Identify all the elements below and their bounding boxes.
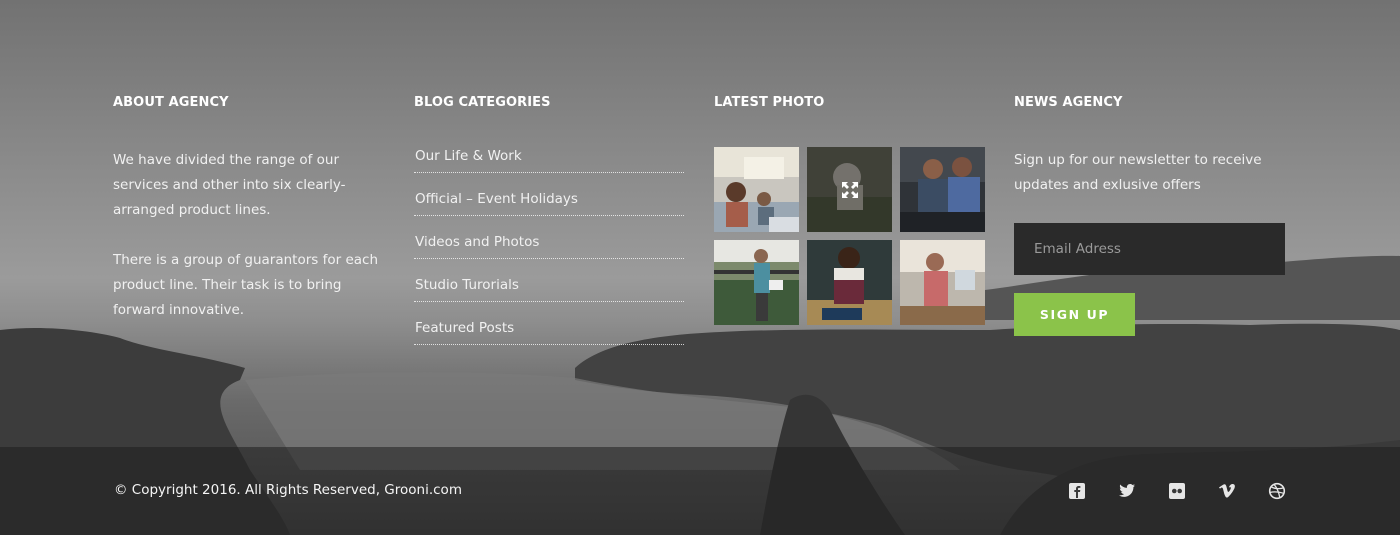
about-text: We have divided the range of our service… <box>113 148 383 323</box>
footer-bottom-bar: © Copyright 2016. All Rights Reserved, G… <box>0 447 1400 535</box>
about-paragraph-1: We have divided the range of our service… <box>113 152 346 218</box>
blog-categories-title: BLOG CATEGORIES <box>414 95 551 110</box>
blog-category-link[interactable]: Videos and Photos <box>414 216 684 259</box>
photo-thumbnail-6[interactable] <box>900 240 985 325</box>
flickr-icon <box>1169 483 1185 499</box>
dribbble-link[interactable] <box>1268 481 1318 501</box>
photo-thumbnail-3[interactable] <box>900 147 985 232</box>
dribbble-icon <box>1268 482 1286 500</box>
copyright-text: © Copyright 2016. All Rights Reserved, G… <box>114 482 462 498</box>
blog-category-link[interactable]: Our Life & Work <box>414 139 684 173</box>
blog-category-link[interactable]: Official – Event Holidays <box>414 173 684 216</box>
facebook-icon <box>1069 483 1085 499</box>
expand-icon <box>841 181 858 198</box>
photo-grid <box>714 147 986 325</box>
latest-photo-title: LATEST PHOTO <box>714 95 825 110</box>
vimeo-icon <box>1219 483 1235 498</box>
photo-thumbnail-1[interactable] <box>714 147 799 232</box>
photo-thumbnail-4[interactable] <box>714 240 799 325</box>
blog-category-link[interactable]: Featured Posts <box>414 302 684 345</box>
newsletter-title: NEWS AGENCY <box>1014 95 1123 110</box>
email-input[interactable] <box>1014 223 1285 275</box>
newsletter-section: NEWS AGENCY Sign up for our newsletter t… <box>1014 95 1286 336</box>
photo-thumbnail-5[interactable] <box>807 240 892 325</box>
vimeo-link[interactable] <box>1218 481 1268 501</box>
about-section: ABOUT AGENCY We have divided the range o… <box>113 95 383 323</box>
twitter-icon <box>1119 484 1135 497</box>
blog-categories-section: BLOG CATEGORIES Our Life & Work Official… <box>414 95 684 345</box>
photo-hover-overlay <box>807 147 892 232</box>
blog-category-list: Our Life & Work Official – Event Holiday… <box>414 139 684 345</box>
blog-category-link[interactable]: Studio Turorials <box>414 259 684 302</box>
sign-up-button[interactable]: SIGN UP <box>1014 293 1135 336</box>
about-paragraph-2: There is a group of guarantors for each … <box>113 252 379 318</box>
newsletter-text: Sign up for our newsletter to receive up… <box>1014 152 1262 193</box>
facebook-link[interactable] <box>1068 481 1118 501</box>
photo-thumbnail-2[interactable] <box>807 147 892 232</box>
flickr-link[interactable] <box>1168 481 1218 501</box>
latest-photo-section: LATEST PHOTO <box>714 95 986 325</box>
twitter-link[interactable] <box>1118 481 1168 501</box>
social-links <box>1068 481 1318 501</box>
about-title: ABOUT AGENCY <box>113 95 229 110</box>
